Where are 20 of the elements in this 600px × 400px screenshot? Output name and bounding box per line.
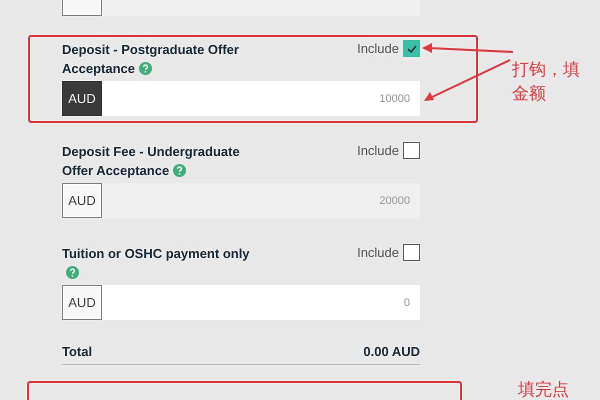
amount-field[interactable]: AUD 10000 [62, 81, 420, 116]
include-label: Include [357, 245, 399, 260]
currency-label: AUD [62, 183, 102, 218]
include-checkbox[interactable] [403, 244, 420, 261]
include-label: Include [357, 41, 399, 56]
fee-title: Deposit - Postgraduate Offer Acceptance [62, 41, 240, 78]
include-label: Include [357, 143, 399, 158]
total-label: Total [62, 344, 92, 359]
currency-label: AUD [62, 81, 102, 116]
annotation-text: 填完点 [518, 379, 570, 400]
currency-label: AUD [62, 285, 102, 320]
amount-field[interactable]: AUD 0 [62, 285, 420, 320]
annotation-text: 打钩，填金额 [512, 59, 581, 105]
fee-title: Deposit Fee - Undergraduate Offer Acceptance [62, 143, 241, 180]
check-icon [406, 44, 416, 52]
include-checkbox[interactable] [403, 40, 420, 57]
total-amount: 0.00 AUD [363, 344, 420, 359]
fee-title: Tuition or OSHC payment only [62, 244, 257, 282]
help-icon[interactable] [138, 62, 152, 75]
help-icon[interactable] [66, 266, 79, 279]
